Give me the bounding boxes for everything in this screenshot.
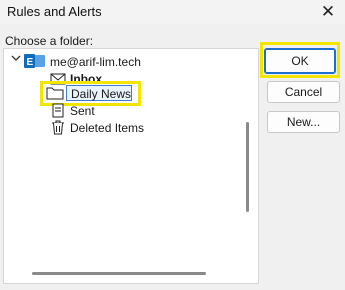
close-icon[interactable]: ✕ [317,1,339,23]
cancel-button[interactable]: Cancel [267,81,340,103]
tree-item-label: Daily News [71,87,132,101]
sent-icon [52,103,64,118]
horizontal-scrollbar[interactable] [32,272,206,275]
ok-button[interactable]: OK [264,48,336,74]
svg-text:E: E [27,57,34,68]
trash-icon [52,120,64,135]
exchange-icon: E [24,54,45,68]
title-bar: Rules and Alerts ✕ [0,0,345,24]
window-title: Rules and Alerts [7,4,102,19]
folder-tree[interactable]: E me@arif-lim.tech Inbox Daily News Sent… [3,48,259,284]
choose-folder-label: Choose a folder: [5,34,94,48]
chevron-down-icon[interactable] [11,53,21,63]
new-folder-button[interactable]: New... [267,111,340,133]
vertical-scrollbar[interactable] [246,122,249,212]
tree-item-label: Deleted Items [70,121,145,135]
folder-icon [46,87,64,100]
account-label[interactable]: me@arif-lim.tech [50,55,141,69]
tree-item-label: Sent [70,104,95,118]
